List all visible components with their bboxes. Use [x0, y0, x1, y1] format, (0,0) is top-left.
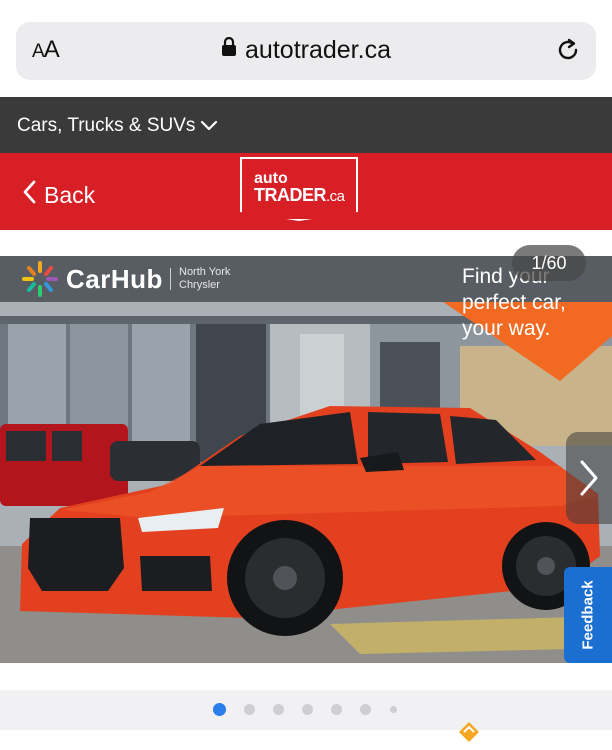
pagination-dot[interactable]: [331, 704, 342, 715]
gallery-pagination: [0, 690, 612, 730]
url-text: autotrader.ca: [245, 36, 391, 64]
pagination-dot[interactable]: [302, 704, 313, 715]
category-label: Cars, Trucks & SUVs: [17, 115, 196, 136]
dealer-location: North York Chrysler: [179, 266, 231, 291]
autotrader-logo[interactable]: auto TRADER.ca: [240, 157, 358, 221]
pagination-dot[interactable]: [273, 704, 284, 715]
logo-line2: TRADER.ca: [254, 185, 345, 205]
category-dropdown[interactable]: Cars, Trucks & SUVs: [0, 97, 612, 153]
pagination-dot[interactable]: [360, 704, 371, 715]
next-photo-button[interactable]: [566, 432, 612, 524]
browser-toolbar: AA autotrader.ca: [0, 0, 612, 97]
feedback-button[interactable]: Feedback: [564, 567, 612, 663]
chevron-right-icon: [566, 460, 612, 528]
dealer-divider: [170, 268, 171, 290]
chevron-down-icon: [200, 119, 218, 137]
page-bottom: [0, 730, 612, 750]
dealer-name: CarHub: [66, 264, 163, 294]
back-label: Back: [44, 181, 96, 208]
chevron-left-icon: [22, 180, 36, 210]
pagination-dot[interactable]: [213, 703, 226, 716]
photo-counter: 1/60: [512, 245, 586, 281]
reload-icon[interactable]: [554, 36, 582, 69]
address-bar[interactable]: AA autotrader.ca: [16, 22, 596, 80]
feedback-label: Feedback: [579, 580, 597, 650]
url-display[interactable]: autotrader.ca: [16, 36, 596, 66]
pagination-dot[interactable]: [244, 704, 255, 715]
pagination-dot[interactable]: [390, 706, 397, 713]
photo-gallery[interactable]: CarHub North York Chrysler Find your per…: [0, 256, 612, 663]
watermark-icon: [457, 720, 481, 749]
back-button[interactable]: Back: [22, 180, 95, 210]
site-header: Back auto TRADER.ca: [0, 153, 612, 230]
lock-icon: [221, 35, 237, 64]
